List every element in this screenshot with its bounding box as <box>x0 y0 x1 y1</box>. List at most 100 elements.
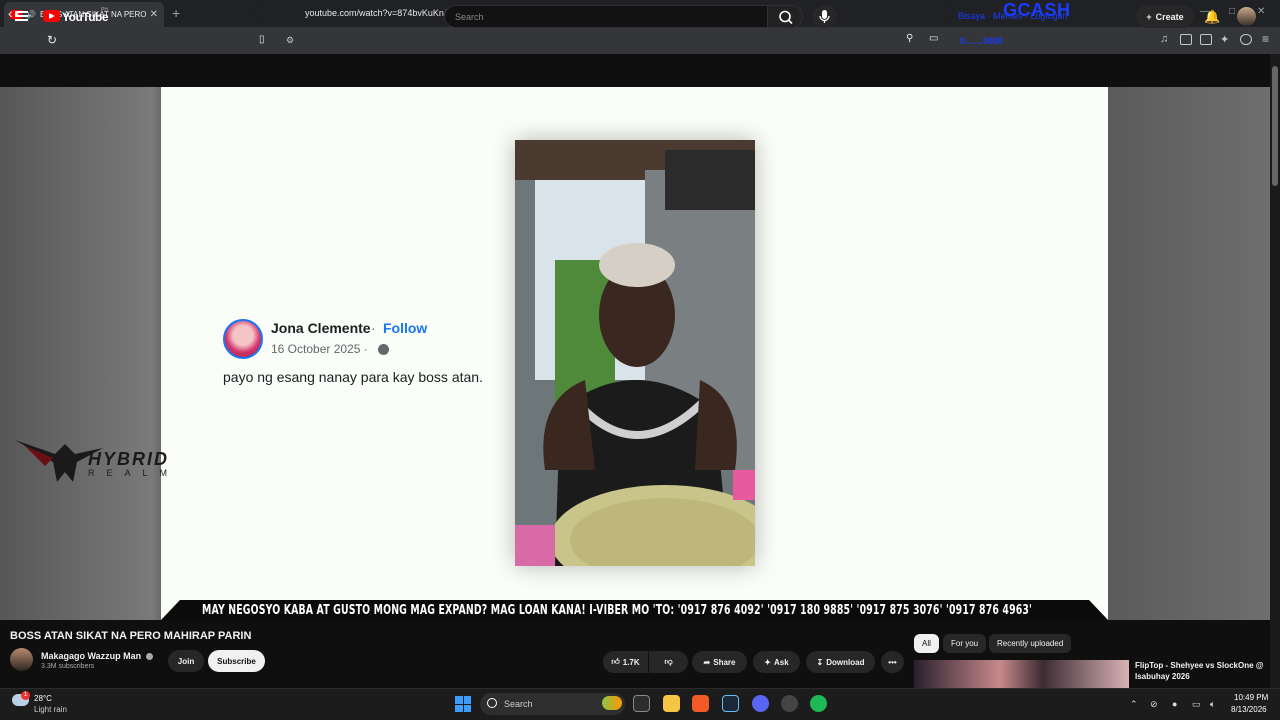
chip-all-label: All <box>922 639 931 648</box>
promo-overlay-text: Bisaya · Memes · Loglogan <box>958 11 1068 21</box>
network-icon[interactable]: ⊘ <box>1150 699 1158 710</box>
url-text[interactable]: youtube.com/watch?v=874bvKuKnJ4 <box>305 8 453 18</box>
brave-browser-icon[interactable] <box>692 695 709 712</box>
video-clip-frame <box>515 140 755 566</box>
zoom-icon[interactable]: ⚲ <box>906 33 913 44</box>
account-avatar[interactable] <box>1237 7 1256 26</box>
facebook-follow-link: Follow <box>383 320 428 336</box>
volume-icon[interactable]: 🔈︎ <box>1210 699 1215 710</box>
shield-icon[interactable] <box>1240 34 1252 45</box>
chip-recently-uploaded[interactable]: Recently uploaded <box>989 634 1072 653</box>
chip-for-you[interactable]: For you <box>943 634 987 653</box>
subscribe-button[interactable]: Subscribe <box>208 650 265 672</box>
ai-sparkle-icon[interactable]: ✦ <box>1220 33 1232 46</box>
thumbs-down-icon: 👎︎ <box>664 657 673 666</box>
ask-label: Ask <box>774 657 789 667</box>
file-explorer-icon[interactable] <box>663 695 680 712</box>
ask-button[interactable]: ✦ Ask <box>753 651 800 673</box>
notifications-bell-icon[interactable]: 🔔 <box>1204 9 1220 25</box>
create-label: Create <box>1155 11 1184 22</box>
watermark-subword: REALM <box>88 468 180 478</box>
recommended-video-title[interactable]: FlipTop - Shehyee vs SlockOne @ Isabuhay… <box>1135 660 1270 682</box>
close-window-icon[interactable]: ✕ <box>1257 6 1265 17</box>
more-icon: ••• <box>888 657 897 667</box>
search-icon <box>779 10 793 25</box>
chip-all[interactable]: All <box>914 634 939 653</box>
facebook-post-text: payo ng esang nanay para kay boss atan. <box>223 369 483 385</box>
join-button[interactable]: Join <box>168 650 204 672</box>
like-count: 1.7K <box>622 657 640 667</box>
video-player[interactable]: Jona Clemente · Follow 16 October 2025 ·… <box>161 87 1108 620</box>
create-button[interactable]: + Create <box>1136 5 1194 28</box>
country-code: PH <box>101 7 108 13</box>
steam-icon[interactable] <box>722 695 739 712</box>
forward-icon[interactable]: › <box>29 5 34 21</box>
facebook-avatar <box>223 319 263 359</box>
sidebar-icon[interactable] <box>1180 34 1192 45</box>
scrollbar-thumb[interactable] <box>1272 66 1278 186</box>
globe-icon <box>378 344 389 355</box>
facebook-post-date: 16 October 2025 · <box>271 342 368 356</box>
weather-condition[interactable]: Light rain <box>34 705 67 714</box>
facebook-author-name: Jona Clemente <box>271 320 371 336</box>
reload-icon[interactable]: ↻ <box>47 33 57 47</box>
share-icon: ➦ <box>703 657 711 667</box>
chip-for-you-label: For you <box>951 639 979 648</box>
video-title: BOSS ATAN SIKAT NA PERO MAHIRAP PARIN <box>10 630 252 642</box>
weather-badge: 1 <box>21 691 30 700</box>
download-button[interactable]: ↧ Download <box>806 651 875 673</box>
voice-search-button[interactable] <box>812 5 837 28</box>
dislike-button[interactable]: 👎︎ <box>649 651 688 673</box>
share-label: Share <box>713 657 736 667</box>
channel-name[interactable]: Makagago Wazzup Man <box>41 651 141 661</box>
search-highlight-icon[interactable] <box>602 696 622 710</box>
menu-icon[interactable]: ≡ <box>1262 32 1274 46</box>
subscribe-label: Subscribe <box>217 656 256 666</box>
plus-icon: + <box>1146 11 1152 22</box>
windows-start-icon[interactable] <box>455 696 471 712</box>
site-info-icon[interactable]: ⚙ <box>286 35 294 46</box>
new-tab-icon[interactable]: + <box>172 5 180 21</box>
music-icon[interactable]: ♫ <box>1160 33 1172 45</box>
join-label: Join <box>177 656 195 666</box>
watermark-word: HYBRID <box>88 449 170 469</box>
app-icon[interactable] <box>781 695 798 712</box>
like-button[interactable]: 👍︎ 1.7K <box>603 651 648 673</box>
youtube-logo-icon[interactable] <box>43 10 60 22</box>
download-icon: ↧ <box>816 657 824 667</box>
thumbs-up-icon: 👍︎ <box>611 657 620 666</box>
address-bar-row <box>0 27 1280 54</box>
cast-icon[interactable]: ▭ <box>929 33 938 44</box>
spotify-icon[interactable] <box>810 695 827 712</box>
more-actions-button[interactable]: ••• <box>881 651 904 673</box>
clock-time[interactable]: 10:49 PM <box>1234 693 1268 702</box>
mic-tray-icon[interactable]: ● <box>1172 699 1177 709</box>
channel-avatar[interactable] <box>10 648 33 671</box>
clock-date[interactable]: 8/13/2026 <box>1231 705 1267 714</box>
bookmark-icon[interactable]: ▯ <box>259 34 265 45</box>
facebook-separator: · <box>371 320 376 336</box>
wallet-icon[interactable] <box>1200 34 1212 45</box>
tray-overflow-icon[interactable]: ⌃ <box>1130 699 1138 710</box>
task-view-icon[interactable] <box>633 695 650 712</box>
display-tray-icon[interactable]: ▭ <box>1192 699 1201 710</box>
video-frame-image <box>515 140 755 566</box>
ticker-text: MAY NEGOSYO KABA AT GUSTO MONG MAG EXPAN… <box>202 603 1033 618</box>
verified-icon <box>146 653 153 660</box>
gcash-overlay-number: 0……0000 <box>960 36 1004 46</box>
search-button[interactable] <box>767 5 803 28</box>
guide-menu-icon[interactable] <box>15 11 28 21</box>
taskbar-search-label: Search <box>504 699 533 709</box>
tab-close-icon[interactable]: ✕ <box>150 9 158 20</box>
discord-icon[interactable] <box>752 695 769 712</box>
microphone-icon <box>819 10 830 23</box>
search-input[interactable]: Search <box>444 5 768 28</box>
maximize-icon[interactable]: □ <box>1229 6 1235 17</box>
back-icon[interactable]: ‹ <box>8 5 13 21</box>
recommended-video-thumbnail[interactable] <box>914 660 1129 688</box>
taskbar-search-icon <box>487 698 497 708</box>
sparkle-icon: ✦ <box>764 657 771 667</box>
weather-temperature[interactable]: 28°C <box>34 694 52 703</box>
chip-recently-uploaded-label: Recently uploaded <box>997 639 1064 648</box>
share-button[interactable]: ➦ Share <box>692 651 747 673</box>
